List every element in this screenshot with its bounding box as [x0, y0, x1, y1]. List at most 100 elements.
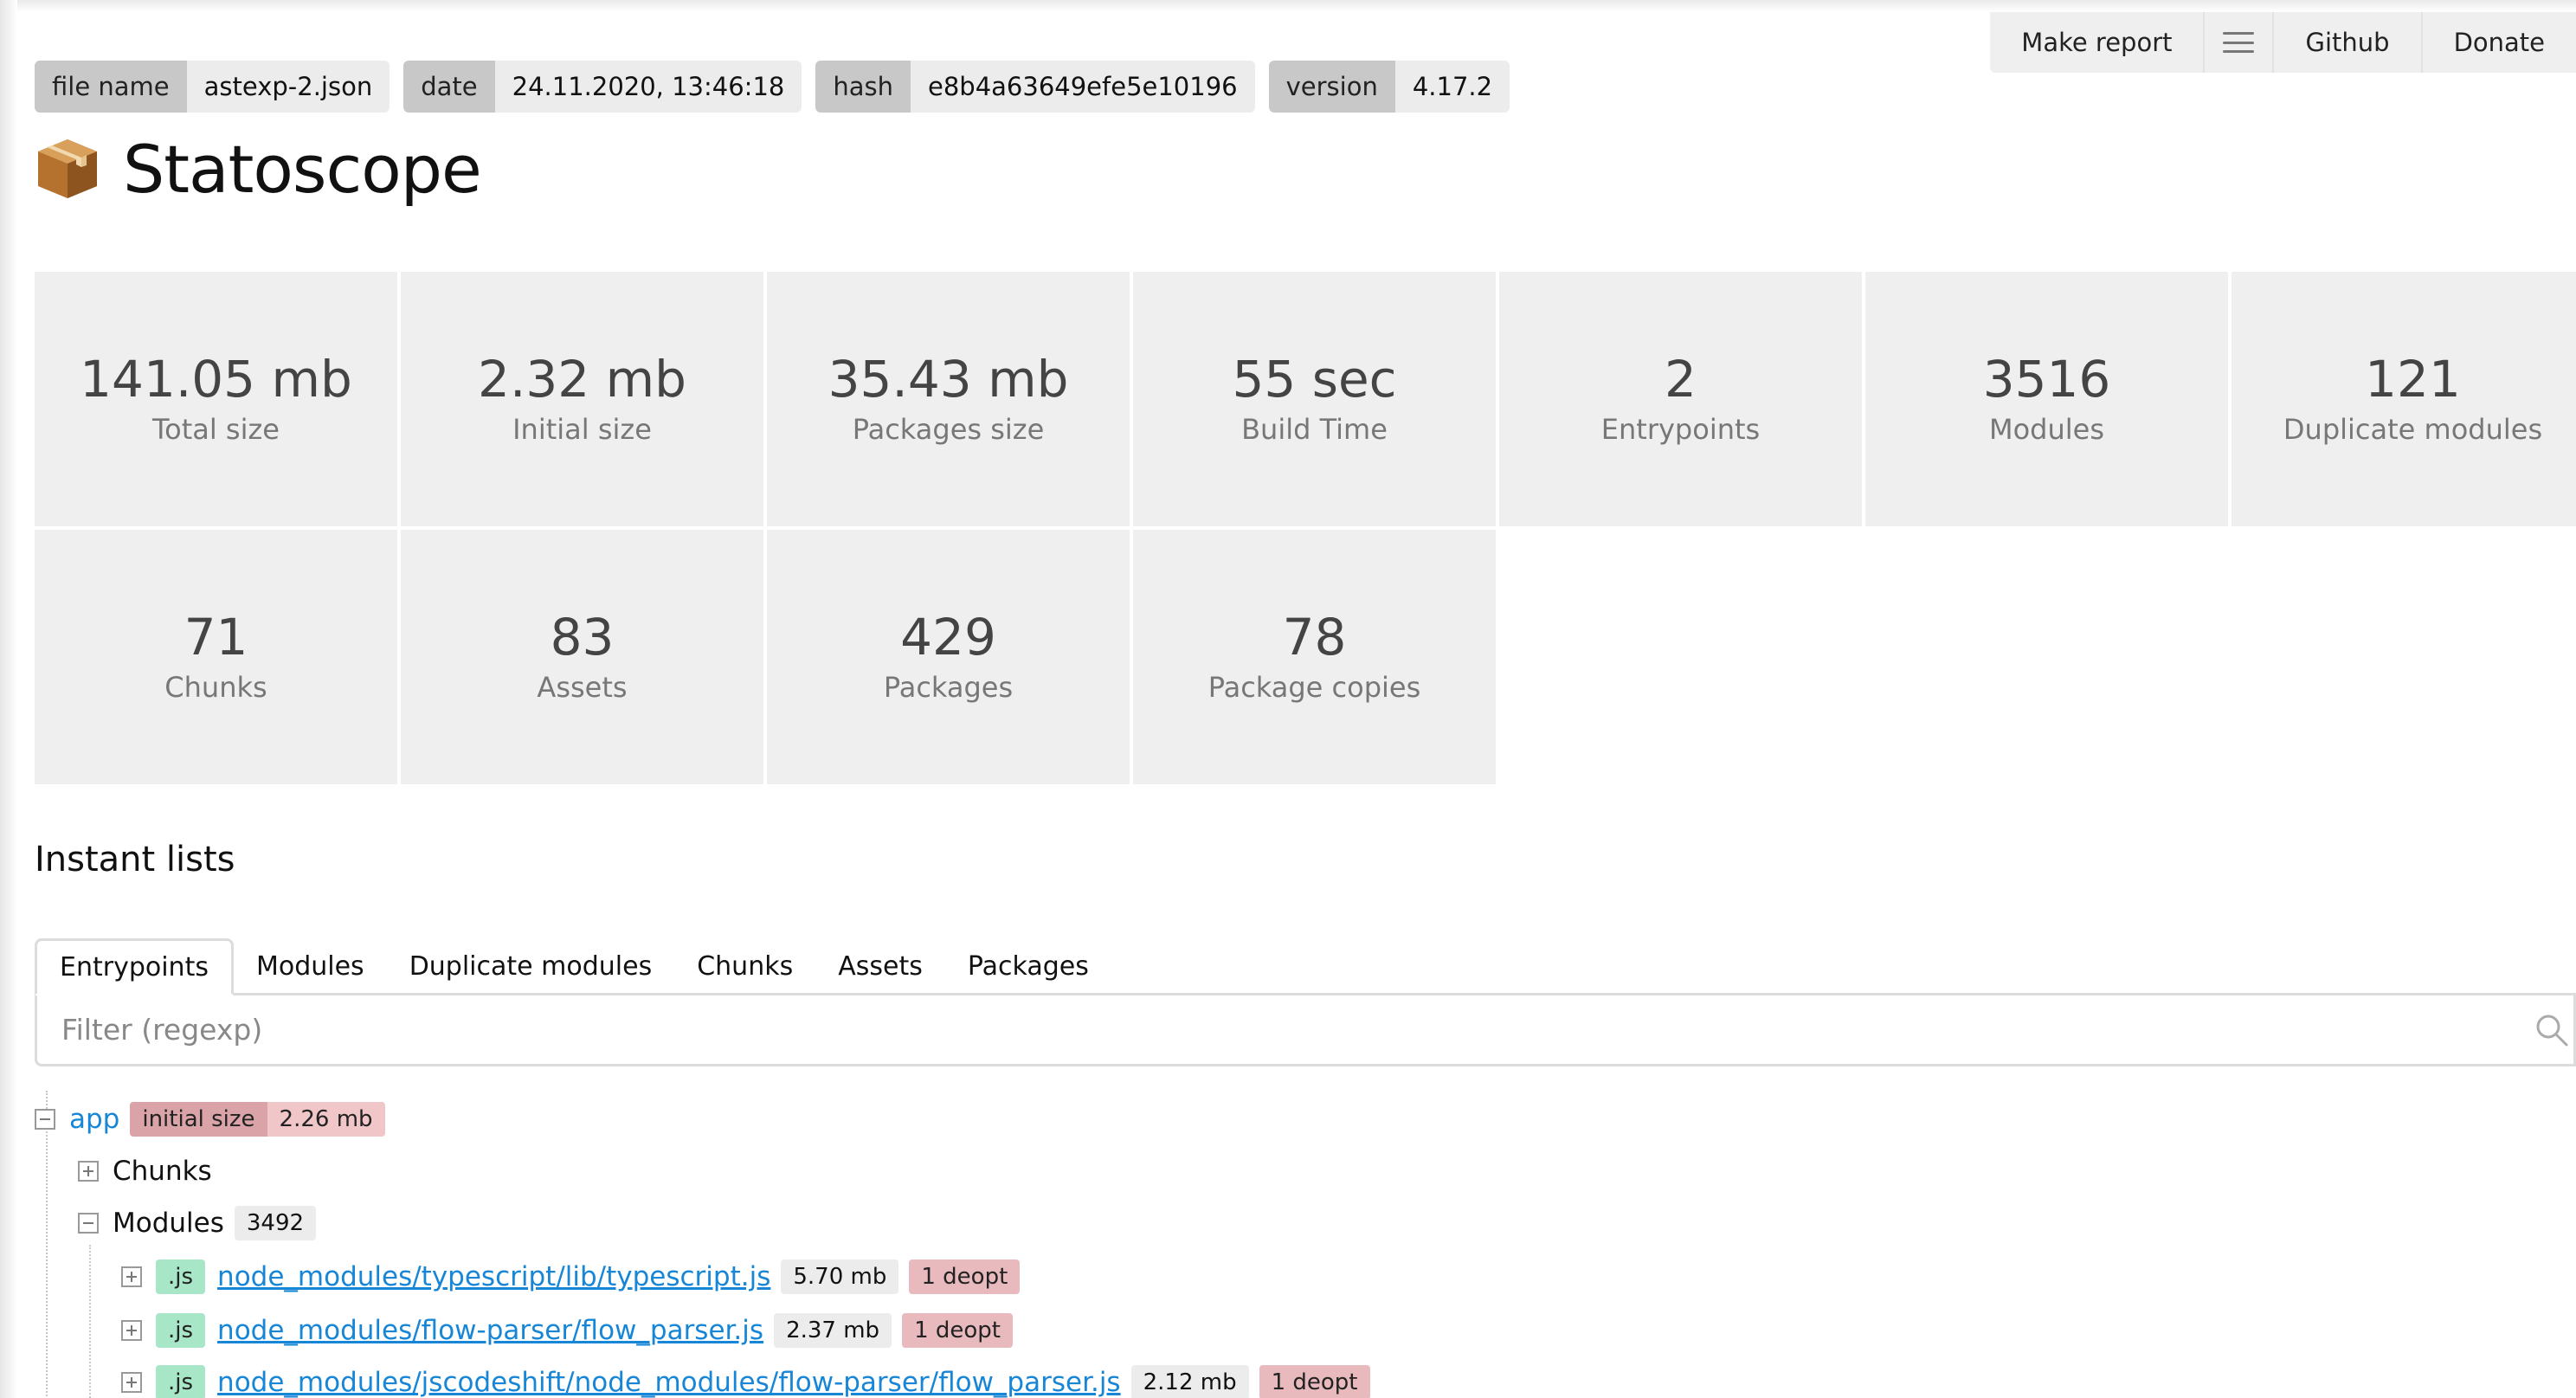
github-link[interactable]: Github [2272, 12, 2420, 73]
stat-label: Entrypoints [1600, 412, 1761, 446]
collapse-toggle-icon[interactable] [78, 1213, 99, 1234]
stat-label: Package copies [1208, 670, 1421, 704]
tree-item-modules: Modules 3492 [78, 1203, 317, 1243]
stat-value: 71 [184, 608, 248, 667]
top-nav: Make report Github Donate [1990, 12, 2576, 73]
collapse-toggle-icon[interactable] [35, 1109, 55, 1130]
tree-item-label: Modules [113, 1208, 224, 1239]
tab-entrypoints[interactable]: Entrypoints [35, 938, 234, 995]
app-title: Statoscope [123, 130, 482, 208]
donate-link[interactable]: Donate [2420, 12, 2576, 73]
stat-label: Duplicate modules [2283, 412, 2543, 446]
badge-value: 4.17.2 [1394, 61, 1510, 113]
badge-key: version [1268, 61, 1395, 113]
tree-item-label: Chunks [113, 1156, 212, 1187]
stat-value: 83 [550, 608, 615, 667]
stat-label: Packages [883, 670, 1014, 704]
stat-initial-size[interactable]: 2.32 mb Initial size [401, 272, 763, 526]
stat-entrypoints[interactable]: 2 Entrypoints [1499, 272, 1862, 526]
tree-item-app: app initial size 2.26 mb [35, 1099, 385, 1139]
stat-duplicate-modules[interactable]: 121 Duplicate modules [2231, 272, 2576, 526]
tab-modules[interactable]: Modules [234, 939, 387, 993]
stat-packages[interactable]: 429 Packages [767, 530, 1130, 784]
stat-package-copies[interactable]: 78 Package copies [1133, 530, 1496, 784]
stat-value: 2.32 mb [478, 350, 686, 409]
size-badge: 2.12 mb [1130, 1365, 1249, 1398]
deopt-badge: 1 deopt [902, 1313, 1013, 1348]
badge-key: date [403, 61, 495, 113]
module-row: .js node_modules/typescript/lib/typescri… [121, 1257, 1021, 1297]
version-badge: version 4.17.2 [1268, 61, 1510, 113]
stat-label: Total size [152, 412, 280, 446]
expand-toggle-icon[interactable] [121, 1266, 142, 1287]
package-icon [38, 139, 97, 198]
make-report-button[interactable]: Make report [1990, 12, 2203, 73]
stat-modules[interactable]: 3516 Modules [1865, 272, 2228, 526]
initial-size-badge: initial size 2.26 mb [130, 1102, 385, 1137]
count-badge: 3492 [234, 1206, 317, 1240]
stat-value: 2 [1665, 350, 1697, 409]
stat-label: Modules [1988, 412, 2105, 446]
tab-duplicate-modules[interactable]: Duplicate modules [387, 939, 675, 993]
module-row: .js node_modules/jscodeshift/node_module… [121, 1363, 1370, 1398]
expand-toggle-icon[interactable] [121, 1372, 142, 1393]
module-row: .js node_modules/flow-parser/flow_parser… [121, 1311, 1013, 1350]
tab-assets[interactable]: Assets [815, 939, 945, 993]
stat-value: 55 sec [1232, 350, 1397, 409]
badge-key: hash [815, 61, 911, 113]
expand-toggle-icon[interactable] [121, 1320, 142, 1341]
tab-packages[interactable]: Packages [945, 939, 1111, 993]
tree-item-chunks: Chunks [78, 1151, 212, 1191]
badge-value: astexp-2.json [186, 61, 390, 113]
ext-badge: .js [156, 1313, 206, 1348]
module-link[interactable]: node_modules/flow-parser/flow_parser.js [217, 1315, 763, 1346]
module-link[interactable]: node_modules/typescript/lib/typescript.j… [217, 1261, 770, 1292]
badge-key: initial size [130, 1102, 267, 1137]
size-badge: 2.37 mb [774, 1313, 892, 1348]
page-title: Statoscope [35, 130, 482, 208]
stat-value: 3516 [1982, 350, 2111, 409]
stat-value: 121 [2365, 350, 2461, 409]
stat-value: 141.05 mb [80, 350, 352, 409]
window-left-shadow [0, 0, 17, 1398]
entrypoint-link[interactable]: app [69, 1104, 119, 1135]
tab-chunks[interactable]: Chunks [674, 939, 815, 993]
badge-key: file name [35, 61, 187, 113]
badge-value: 2.26 mb [267, 1102, 385, 1137]
ext-badge: .js [156, 1365, 206, 1398]
expand-toggle-icon[interactable] [78, 1161, 99, 1182]
stat-value: 78 [1282, 608, 1347, 667]
window-top-shadow [0, 0, 2576, 12]
size-badge: 5.70 mb [781, 1259, 899, 1294]
stat-packages-size[interactable]: 35.43 mb Packages size [767, 272, 1130, 526]
instant-lists-heading: Instant lists [35, 840, 235, 879]
filter-box [35, 995, 2576, 1066]
stat-label: Packages size [852, 412, 1045, 446]
stat-label: Build Time [1241, 412, 1388, 446]
deopt-badge: 1 deopt [1259, 1365, 1370, 1398]
deopt-badge: 1 deopt [909, 1259, 1021, 1294]
tree-guide [89, 1245, 91, 1398]
stats-grid: 141.05 mb Total size 2.32 mb Initial siz… [35, 272, 2576, 784]
date-badge: date 24.11.2020, 13:46:18 [403, 61, 802, 113]
search-icon[interactable] [2532, 1010, 2572, 1050]
stat-label: Initial size [512, 412, 652, 446]
stats-meta: file name astexp-2.json date 24.11.2020,… [35, 61, 1510, 113]
stat-total-size[interactable]: 141.05 mb Total size [35, 272, 397, 526]
badge-value: 24.11.2020, 13:46:18 [494, 61, 802, 113]
stat-label: Assets [537, 670, 628, 704]
stat-build-time[interactable]: 55 sec Build Time [1133, 272, 1496, 526]
ext-badge: .js [156, 1259, 206, 1294]
hamburger-icon [2223, 32, 2255, 53]
menu-button[interactable] [2203, 12, 2272, 73]
stat-assets[interactable]: 83 Assets [401, 530, 763, 784]
filter-input[interactable] [37, 995, 2532, 1064]
badge-value: e8b4a63649efe5e10196 [911, 61, 1255, 113]
file-name-badge: file name astexp-2.json [35, 61, 390, 113]
stat-value: 35.43 mb [828, 350, 1069, 409]
stat-value: 429 [900, 608, 996, 667]
hash-badge: hash e8b4a63649efe5e10196 [815, 61, 1255, 113]
stat-chunks[interactable]: 71 Chunks [35, 530, 397, 784]
module-link[interactable]: node_modules/jscodeshift/node_modules/fl… [217, 1367, 1121, 1398]
stat-label: Chunks [164, 670, 267, 704]
